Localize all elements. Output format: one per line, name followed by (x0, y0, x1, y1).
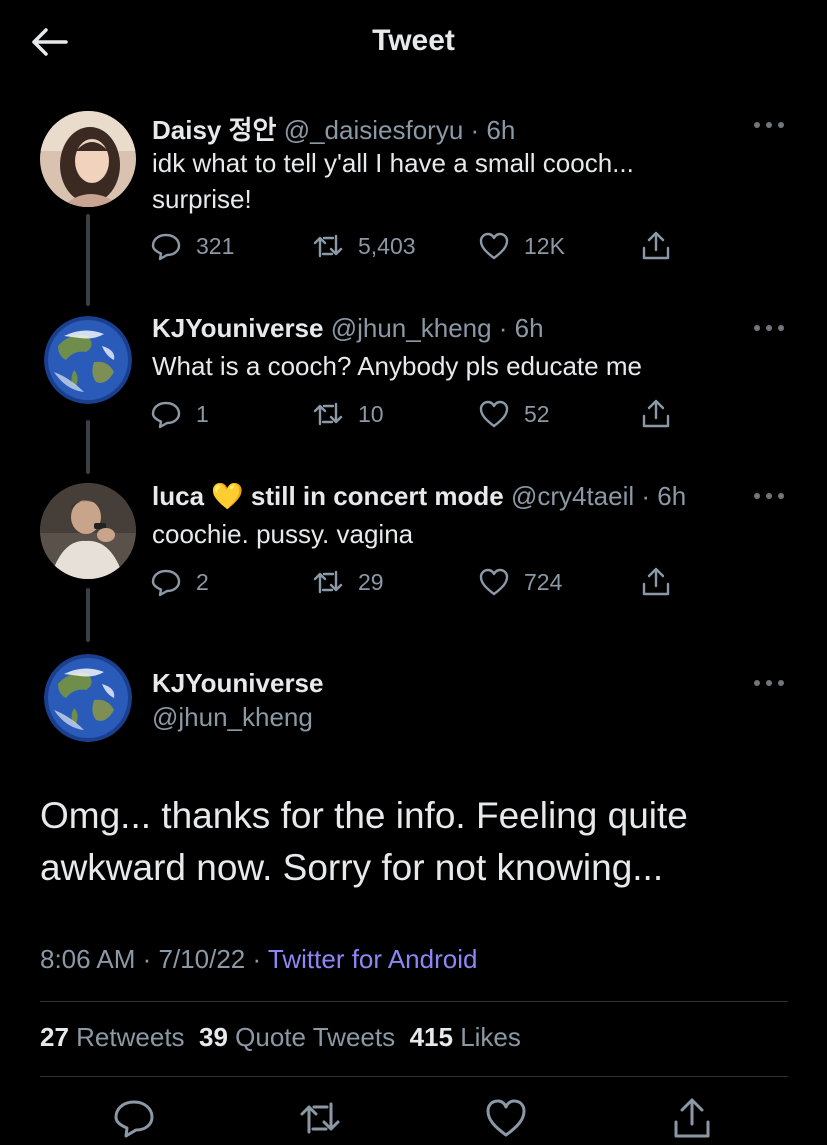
divider (40, 1076, 788, 1077)
like-button[interactable] (484, 1096, 528, 1140)
divider (40, 1001, 788, 1002)
yellow-heart-emoji: 💛 (211, 481, 244, 511)
more-icon[interactable] (752, 489, 786, 503)
tweet-actions: 2 29 724 (150, 562, 690, 602)
like-button[interactable]: 12K (478, 226, 565, 266)
main-tweet-actions (0, 1096, 827, 1138)
tweet-actions: 1 10 52 (150, 394, 690, 434)
tweet-stats: 27 Retweets 39 Quote Tweets 415 Likes (40, 1022, 521, 1053)
thread-line (86, 420, 90, 474)
reply-button[interactable]: 1 (150, 394, 209, 434)
retweet-button[interactable]: 5,403 (312, 226, 416, 266)
likes-stat[interactable]: 415 Likes (410, 1022, 521, 1052)
retweet-icon (300, 1102, 340, 1134)
tweet-meta: Daisy 정안 @_daisiesforyu · 6h (152, 110, 515, 147)
tweet-time: 8:06 AM · 7/10/22 · (40, 944, 262, 974)
tweet-actions: 321 5,403 12K (150, 226, 690, 266)
retweet-count: 10 (358, 400, 384, 427)
display-name[interactable]: luca (152, 481, 204, 511)
share-icon (642, 231, 670, 260)
display-name[interactable]: Daisy 정안 (152, 115, 276, 145)
tweet-text: coochie. pussy. vagina (152, 516, 413, 552)
share-icon (674, 1098, 710, 1138)
retweet-button[interactable]: 10 (312, 394, 384, 434)
reply-button[interactable]: 321 (150, 226, 234, 266)
quotes-count: 39 (199, 1022, 228, 1052)
main-tweet-handle: @jhun_kheng (152, 702, 313, 733)
handle-time[interactable]: @jhun_kheng · 6h (331, 313, 544, 343)
retweet-icon (313, 234, 343, 258)
tweet-timestamp: 8:06 AM · 7/10/22 · Twitter for Android (40, 944, 477, 975)
tweet-text-line: coochie. pussy. vagina (152, 519, 414, 549)
more-icon[interactable] (752, 118, 786, 132)
share-icon (642, 399, 670, 428)
like-count: 724 (524, 568, 563, 595)
more-icon[interactable] (752, 321, 786, 335)
tweet-text: What is a cooch? Anybody pls educate me (152, 348, 642, 384)
tweet-source-link[interactable]: Twitter for Android (268, 944, 478, 974)
reply-button[interactable] (112, 1096, 156, 1140)
retweets-label: Retweets (76, 1022, 185, 1052)
share-button[interactable] (670, 1096, 714, 1140)
likes-count: 415 (409, 1022, 453, 1052)
reply-icon (151, 569, 181, 597)
retweet-button[interactable]: 29 (312, 562, 384, 602)
tweet-text-line: surprise! (152, 184, 252, 214)
reply-button[interactable]: 2 (150, 562, 209, 602)
thread-line (86, 214, 90, 306)
header: Tweet (0, 0, 827, 86)
like-button[interactable]: 52 (478, 394, 550, 434)
retweet-icon (313, 402, 343, 426)
reply-count: 2 (196, 568, 209, 595)
like-icon (486, 1099, 526, 1137)
retweet-count: 29 (358, 568, 384, 595)
reply-count: 1 (196, 400, 209, 427)
like-icon (479, 400, 509, 428)
reply-count: 321 (196, 232, 235, 259)
retweet-icon (313, 570, 343, 594)
reply-icon (114, 1100, 154, 1138)
like-icon (479, 232, 509, 260)
thread-line (86, 588, 90, 642)
avatar-kjyouniverse[interactable] (44, 316, 132, 404)
like-icon (479, 568, 509, 596)
avatar-luca[interactable] (40, 483, 136, 579)
reply-icon (151, 401, 181, 429)
tweet-meta: luca 💛 still in concert mode @cry4taeil … (152, 481, 686, 512)
display-name-suffix[interactable]: still in concert mode (251, 481, 504, 511)
retweet-button[interactable] (298, 1096, 342, 1140)
tweet-meta: KJYouniverse @jhun_kheng · 6h (152, 313, 544, 344)
quotes-label: Quote Tweets (235, 1022, 396, 1052)
share-icon (642, 567, 670, 596)
retweets-stat[interactable]: 27 Retweets (40, 1022, 185, 1052)
share-button[interactable] (640, 226, 672, 266)
handle-time[interactable]: @_daisiesforyu · 6h (284, 115, 516, 145)
avatar-daisy[interactable] (40, 111, 136, 207)
main-tweet-name: KJYouniverse (152, 668, 323, 699)
likes-label: Likes (460, 1022, 521, 1052)
page-title: Tweet (372, 24, 455, 57)
reply-icon (151, 233, 181, 261)
display-name[interactable]: KJYouniverse (152, 313, 323, 343)
share-button[interactable] (640, 562, 672, 602)
quote-tweets-stat[interactable]: 39 Quote Tweets (199, 1022, 395, 1052)
tweet-text-line: idk what to tell y'all I have a small co… (152, 148, 634, 178)
more-icon[interactable] (752, 676, 786, 690)
like-button[interactable]: 724 (478, 562, 562, 602)
handle[interactable]: @jhun_kheng (152, 702, 313, 732)
tweet-text-line: What is a cooch? Anybody pls educate me (152, 351, 642, 381)
main-tweet-text: Omg... thanks for the info. Feeling quit… (40, 795, 688, 888)
tweet-text: idk what to tell y'all I have a small co… (152, 145, 634, 217)
retweet-count: 5,403 (358, 232, 416, 259)
share-button[interactable] (640, 394, 672, 434)
avatar-kjyouniverse[interactable] (44, 654, 132, 742)
handle-time[interactable]: @cry4taeil · 6h (511, 481, 686, 511)
like-count: 52 (524, 400, 550, 427)
retweets-count: 27 (40, 1022, 69, 1052)
like-count: 12K (524, 232, 565, 259)
display-name[interactable]: KJYouniverse (152, 668, 323, 698)
